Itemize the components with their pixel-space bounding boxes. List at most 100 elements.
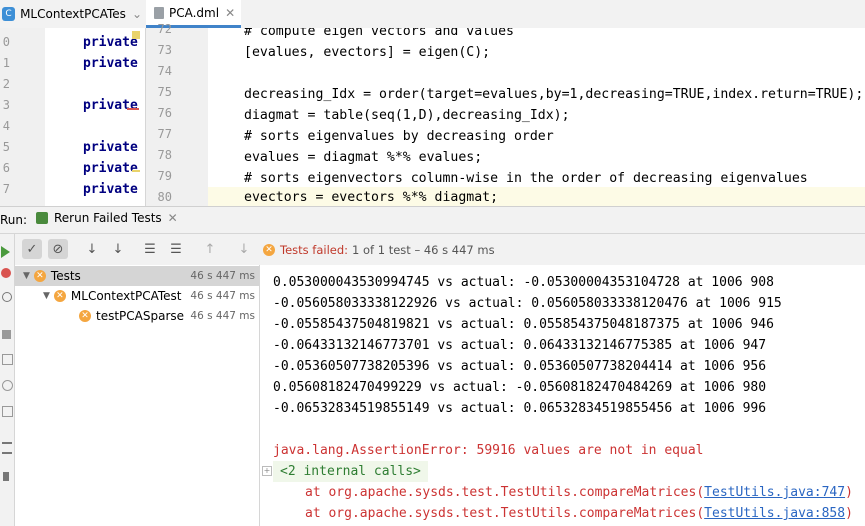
line-number: 75 (157, 85, 172, 99)
internal-calls-fold[interactable]: <2 internal calls> (273, 461, 428, 482)
code-line: private (83, 140, 138, 155)
line-number: 77 (157, 127, 172, 141)
left-editor-gutter: 0 1 2 3 4 5 6 7 (0, 28, 45, 206)
line-number: 7 (2, 182, 10, 196)
status-detail: 1 of 1 test – 46 s 447 ms (352, 243, 495, 257)
stack-frame-suffix: ) (845, 506, 853, 521)
collapse-all-button[interactable]: ☰ (166, 239, 186, 259)
camera-icon[interactable] (2, 354, 13, 365)
show-passed-button[interactable]: ✓ (22, 239, 42, 259)
expand-all-button[interactable]: ☰ (140, 239, 160, 259)
line-number: 74 (157, 64, 172, 78)
source-link[interactable]: TestUtils.java:858 (704, 506, 845, 521)
test-failed-icon: ✕ (79, 310, 91, 322)
expand-arrow-icon[interactable]: ▼ (23, 271, 30, 281)
settings-icon[interactable] (2, 380, 13, 391)
line-number: 0 (2, 35, 10, 49)
test-console-output[interactable]: 0.053000043530994745 vs actual: -0.05300… (260, 265, 865, 526)
code-line: # compute eigen vectors and values (244, 28, 514, 39)
test-failed-icon: ✕ (53, 290, 66, 302)
line-number: 6 (2, 161, 10, 175)
file-icon (154, 6, 164, 19)
show-ignored-button[interactable]: ⊘ (48, 239, 68, 259)
line-number: 78 (157, 148, 172, 162)
code-line: # sorts eigenvalues by decreasing order (244, 129, 554, 144)
status-prefix: Tests failed: (280, 243, 349, 257)
tree-item-label: MLContextPCATest (70, 289, 182, 303)
run-label: Run: (0, 213, 28, 227)
previous-failed-button[interactable]: ↑ (200, 239, 220, 259)
pin-icon[interactable] (3, 472, 9, 481)
next-failed-button[interactable]: ↓ (234, 239, 254, 259)
line-number: 72 (157, 22, 172, 36)
line-number: 79 (157, 169, 172, 183)
output-line: -0.05360507738205396 vs actual: 0.053605… (273, 359, 767, 374)
code-editor[interactable]: # compute eigen vectors and values [eval… (208, 28, 865, 206)
close-icon[interactable]: ✕ (168, 211, 178, 225)
code-line: evectors = evectors %*% diagmat; (244, 190, 499, 205)
editor-tab-bar: C MLContextPCATes ⌄ PCA.dml ✕ (0, 0, 865, 29)
close-icon[interactable]: ✕ (225, 6, 235, 20)
output-line: -0.056058033338122926 vs actual: 0.05605… (273, 296, 782, 311)
rerun-failed-icon[interactable] (1, 268, 11, 278)
left-editor-code[interactable]: private private private private private … (45, 28, 146, 206)
editor-gutter: 72 73 74 75 76 77 78 79 80 (146, 22, 229, 206)
code-line: evalues = diagmat %*% evalues; (244, 150, 483, 165)
test-status: ✕ Tests failed: 1 of 1 test – 46 s 447 m… (263, 243, 495, 257)
sort-alphabetically-button[interactable]: ↓ (82, 239, 102, 259)
output-line: -0.06532834519855149 vs actual: 0.065328… (273, 401, 767, 416)
stack-frame-text: at org.apache.sysds.test.TestUtils.compa… (305, 485, 705, 500)
sort-by-duration-button[interactable]: ↓ (108, 239, 128, 259)
run-tab-label: Rerun Failed Tests (54, 211, 162, 225)
code-line: diagmat = table(seq(1,D),decreasing_Idx)… (244, 108, 570, 123)
line-number: 3 (2, 98, 10, 112)
output-line: 0.05608182470499229 vs actual: -0.056081… (273, 380, 767, 395)
expand-arrow-icon[interactable]: ▼ (43, 291, 50, 301)
code-line: private (83, 56, 138, 71)
toggle-auto-test-icon[interactable] (2, 292, 12, 302)
code-line: # sorts eigenvectors column-wise in the … (244, 171, 808, 186)
tab-label: PCA.dml (169, 5, 220, 20)
tree-item-label: testPCASparse (96, 309, 185, 323)
output-line: 0.053000043530994745 vs actual: -0.05300… (273, 275, 774, 290)
tree-item-time: 46 s 447 ms (190, 310, 255, 322)
expand-internal-calls-icon[interactable]: + (262, 466, 272, 476)
code-line: private (83, 98, 138, 113)
tree-item-label: Tests (50, 269, 81, 283)
stop-icon[interactable] (2, 330, 11, 339)
line-number: 5 (2, 140, 10, 154)
class-icon: C (2, 7, 16, 21)
chevron-down-icon[interactable]: ⌄ (132, 7, 142, 21)
test-run-icon (36, 212, 48, 224)
layout-icon[interactable] (2, 442, 12, 454)
tree-item-tests[interactable]: ▼ ✕ Tests 46 s 447 ms (15, 266, 259, 286)
run-tool-window-header: Run: Rerun Failed Tests ✕ (0, 206, 865, 234)
warning-marker-icon (132, 170, 140, 172)
line-number: 1 (2, 56, 10, 70)
stack-frame-suffix: ) (845, 485, 853, 500)
line-number: 73 (157, 43, 172, 57)
test-failed-icon: ✕ (263, 244, 275, 256)
warning-marker-icon (132, 31, 140, 39)
source-link[interactable]: TestUtils.java:747 (704, 485, 845, 500)
test-failed-icon: ✕ (33, 270, 46, 282)
output-line: -0.06433132146773701 vs actual: 0.064331… (273, 338, 767, 353)
code-line: private (83, 161, 138, 176)
code-line: private (83, 182, 138, 197)
tab-label: MLContextPCATes (20, 7, 126, 21)
tree-item-time: 46 s 447 ms (190, 290, 255, 302)
assertion-error-line: java.lang.AssertionError: 59916 values a… (273, 443, 704, 458)
tree-item-testpcasparse[interactable]: ✕ testPCASparse 46 s 447 ms (15, 306, 259, 326)
export-icon[interactable] (2, 406, 13, 417)
stack-trace-line: at org.apache.sysds.test.TestUtils.compa… (305, 503, 853, 524)
code-line: private (83, 35, 138, 50)
stack-trace-line: at org.apache.sysds.test.TestUtils.compa… (305, 482, 853, 503)
run-side-strip (0, 234, 15, 526)
tab-rerun-failed-tests[interactable]: Rerun Failed Tests ✕ (36, 211, 178, 225)
line-number: 76 (157, 106, 172, 120)
rerun-icon[interactable] (1, 246, 10, 258)
tab-mlcontextpcatest[interactable]: C MLContextPCATes ⌄ (0, 0, 142, 28)
tree-item-mlcontextpcatest[interactable]: ▼ ✕ MLContextPCATest 46 s 447 ms (15, 286, 259, 306)
line-number: 4 (2, 119, 10, 133)
tree-item-time: 46 s 447 ms (190, 270, 255, 282)
